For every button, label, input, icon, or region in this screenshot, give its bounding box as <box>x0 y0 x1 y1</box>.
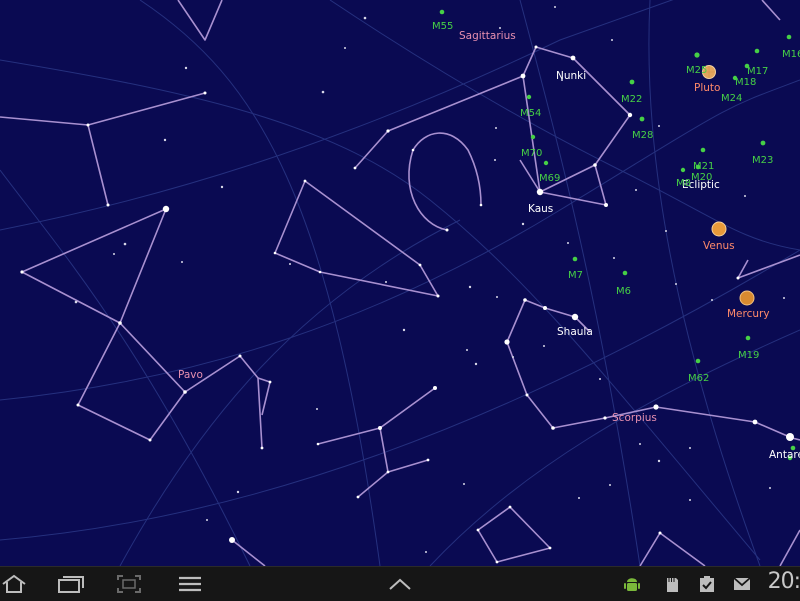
messier-label: M19 <box>738 350 759 361</box>
star-label: Kaus <box>528 203 553 215</box>
home-icon <box>2 574 26 593</box>
status-clock[interactable]: 20: <box>768 569 800 594</box>
sky-map[interactable]: Sagittarius Pavo Scorpius Nunki Kaus Sha… <box>0 0 800 566</box>
messier-label: M28 <box>632 130 653 141</box>
messier-label: M70 <box>521 148 542 159</box>
sd-card-notification[interactable] <box>662 572 682 596</box>
messier-label: M22 <box>621 94 642 105</box>
messier-label: M23 <box>752 155 773 166</box>
planet-label: Mercury <box>727 308 770 320</box>
messier-label: M54 <box>520 108 541 119</box>
constellation-label: Scorpius <box>612 412 657 424</box>
venus-icon <box>711 221 727 237</box>
mercury-icon <box>739 290 755 306</box>
menu-button[interactable] <box>176 572 204 596</box>
gmail-notification[interactable] <box>732 572 752 596</box>
gmail-icon <box>733 577 751 590</box>
messier-label: M8 <box>676 178 691 189</box>
recent-apps-button[interactable] <box>56 572 86 596</box>
star-label: Shaula <box>557 326 593 338</box>
coordinate-grid <box>0 0 800 566</box>
messier-label: M55 <box>432 21 453 32</box>
sky-labels: Sagittarius Pavo Scorpius Nunki Kaus Sha… <box>178 21 800 461</box>
constellation-label: Sagittarius <box>459 30 516 42</box>
messier-label: M17 <box>747 66 768 77</box>
messier-label: M62 <box>688 373 709 384</box>
android-debug-icon <box>624 578 640 591</box>
recent-apps-icon <box>58 576 84 593</box>
screenshot-button[interactable] <box>115 572 143 596</box>
messier-label: M6 <box>616 286 631 297</box>
messier-label: M16 <box>782 49 800 60</box>
home-button[interactable] <box>0 572 28 596</box>
messier-label: M18 <box>735 77 756 88</box>
messier-label: M21 <box>693 161 714 172</box>
expand-up-icon <box>389 578 411 590</box>
expand-up-button[interactable] <box>386 572 414 596</box>
constellation-label: Pavo <box>178 369 203 381</box>
messier-label: M25 <box>686 65 707 76</box>
sky-canvas[interactable]: Sagittarius Pavo Scorpius Nunki Kaus Sha… <box>0 0 800 566</box>
android-debug-notification[interactable] <box>622 572 642 596</box>
planet-label: Pluto <box>694 82 720 94</box>
system-navigation-bar: 20: <box>0 566 800 601</box>
task-notification[interactable] <box>697 572 717 596</box>
messier-label: M69 <box>539 173 560 184</box>
messier-label: M24 <box>721 93 742 104</box>
planet-label: Venus <box>703 240 735 252</box>
star-label: Antares <box>769 449 800 461</box>
task-check-icon <box>700 576 714 592</box>
messier-label: M20 <box>691 172 712 183</box>
sd-card-icon <box>667 578 678 592</box>
constellation-lines <box>0 0 800 566</box>
background-stars <box>74 6 785 553</box>
menu-icon <box>179 576 201 592</box>
star-label: Nunki <box>556 70 586 82</box>
screenshot-icon <box>117 575 141 593</box>
messier-label: M7 <box>568 270 583 281</box>
